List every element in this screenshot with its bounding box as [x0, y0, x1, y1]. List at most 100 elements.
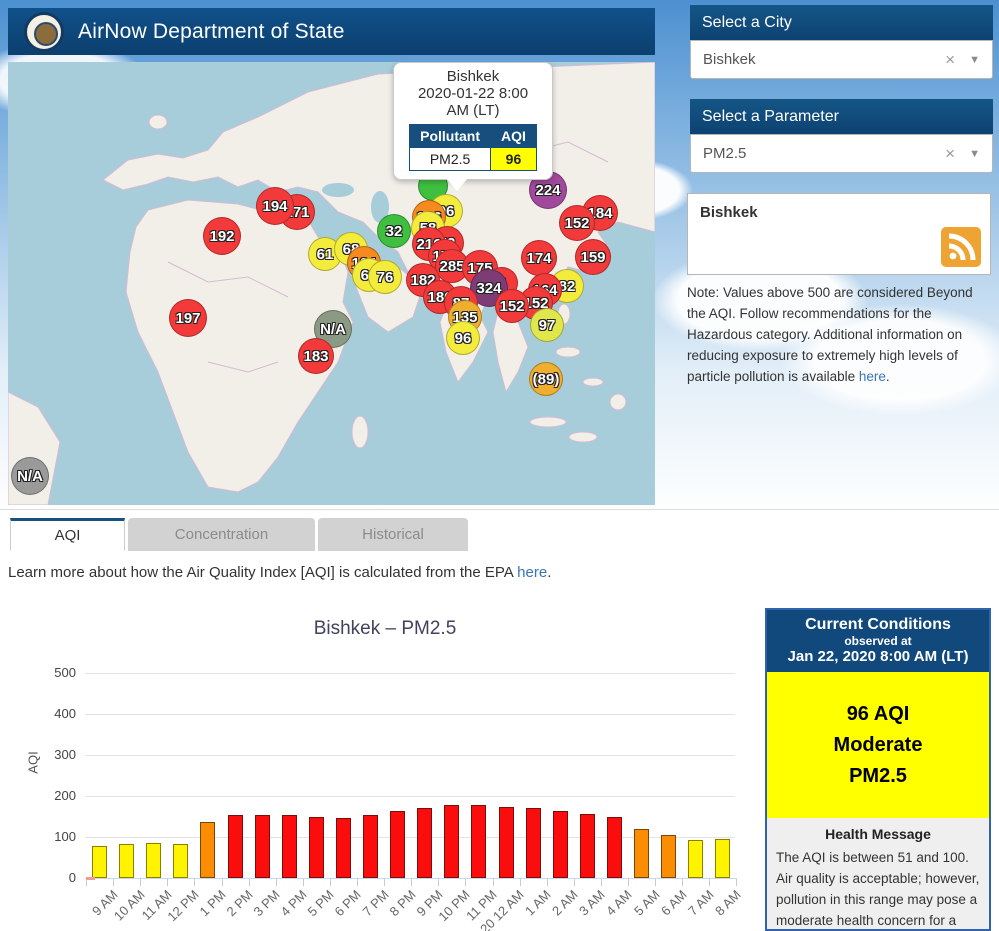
current-conditions-header: Current Conditions observed at Jan 22, 2…	[767, 610, 989, 672]
aqi-marker[interactable]: 194	[256, 187, 294, 225]
aqi-marker[interactable]: 32	[377, 214, 411, 248]
x-tick	[113, 879, 114, 886]
select-parameter-header: Select a Parameter	[690, 99, 993, 134]
city-feed-box: Bishkek	[687, 193, 991, 275]
aqi-bar-4-pm	[282, 815, 297, 878]
city-select[interactable]: Bishkek × ▼	[690, 40, 993, 79]
x-tick	[601, 879, 602, 886]
aqi-bar-3-pm	[255, 815, 270, 878]
aqi-marker[interactable]: 183	[298, 338, 334, 374]
tab-historical[interactable]: Historical	[318, 518, 468, 551]
x-tick	[303, 879, 304, 886]
x-tick	[438, 879, 439, 886]
popup-pollutant-value: PM2.5	[410, 147, 491, 170]
aqi-bar-2-am	[553, 811, 568, 878]
select-city-header: Select a City	[690, 5, 993, 40]
clear-parameter-icon[interactable]: ×	[945, 144, 955, 164]
health-message-body: The AQI is between 51 and 100. Air quali…	[776, 848, 980, 931]
aqi-bar-20-12-am	[499, 807, 514, 878]
dos-seal-logo	[24, 12, 64, 52]
aqi-marker[interactable]: 152	[495, 289, 529, 323]
y-tick-label: 0	[42, 870, 76, 885]
aqi-bar-8-pm	[390, 811, 405, 878]
aqi-category: Moderate	[767, 730, 989, 761]
note-suffix: .	[886, 369, 890, 384]
aqi-bar-1-pm	[200, 822, 215, 878]
chart-title: Bishkek – PM2.5	[85, 618, 685, 640]
aqi-marker[interactable]: 97	[530, 308, 564, 342]
aqi-bar-5-am	[634, 829, 649, 878]
learn-more-here-link[interactable]: here	[517, 564, 547, 581]
aqi-bar-1-am	[526, 808, 541, 878]
x-tick	[140, 879, 141, 886]
select-city-label: Select a City	[702, 14, 792, 32]
aqi-marker[interactable]: 76	[368, 260, 402, 294]
aqi-summary-box: 96 AQI Moderate PM2.5	[767, 672, 989, 818]
rss-icon[interactable]	[941, 227, 981, 267]
x-tick	[574, 879, 575, 886]
aqi-bar-7-am	[688, 840, 703, 878]
x-tick	[465, 879, 466, 886]
aqi-marker[interactable]: 96	[446, 321, 480, 355]
aqi-bar-9-am	[92, 846, 107, 878]
learn-more-suffix: .	[547, 564, 551, 581]
aqi-marker[interactable]: 192	[203, 217, 241, 255]
current-conditions-title: Current Conditions	[769, 616, 987, 634]
aqi-marker[interactable]: 159	[575, 239, 611, 275]
aqi-marker[interactable]: 152	[559, 205, 595, 241]
aqi-bar-2-pm	[228, 815, 243, 878]
aqi-bar-chart: Bishkek – PM2.5 AQI 01002003004005009 AM…	[0, 600, 763, 931]
y-tick-label: 500	[42, 665, 76, 680]
x-tick	[384, 879, 385, 886]
aqi-bar-3-am	[580, 814, 595, 878]
x-tick	[222, 879, 223, 886]
learn-more-text: Learn more about how the Air Quality Ind…	[8, 564, 551, 581]
aqi-marker[interactable]: 197	[169, 299, 207, 337]
popup-col-pollutant: Pollutant	[410, 124, 491, 147]
tab-concentration[interactable]: Concentration	[128, 518, 315, 551]
aqi-parameter: PM2.5	[767, 761, 989, 792]
popup-col-aqi: AQI	[491, 124, 537, 147]
aqi-note: Note: Values above 500 are considered Be…	[687, 283, 995, 388]
aqi-bar-6-pm	[336, 818, 351, 878]
aqi-bar-9-pm	[417, 808, 432, 878]
aqi-bar-12-pm	[173, 844, 188, 878]
tabs-divider	[0, 509, 999, 510]
y-tick-label: 400	[42, 706, 76, 721]
x-tick	[411, 879, 412, 886]
chevron-down-icon[interactable]: ▼	[969, 54, 980, 66]
aqi-bar-11-pm	[471, 805, 486, 878]
select-parameter-label: Select a Parameter	[702, 108, 839, 126]
app-title: AirNow Department of State	[78, 20, 345, 44]
x-tick	[330, 879, 331, 886]
map-popup: Bishkek 2020-01-22 8:00 AM (LT) Pollutan…	[393, 62, 553, 180]
observed-at-label: observed at	[769, 634, 987, 648]
aqi-value: 96 AQI	[767, 699, 989, 730]
health-message-title: Health Message	[776, 826, 980, 842]
x-tick	[520, 879, 521, 886]
x-tick	[86, 879, 87, 886]
aqi-world-map[interactable]: 171194192197N/A183N/A6168104627632961365…	[8, 62, 655, 505]
popup-city: Bishkek	[394, 68, 552, 85]
note-here-link[interactable]: here	[859, 369, 886, 384]
aqi-marker[interactable]: (89)	[529, 362, 563, 396]
parameter-select[interactable]: PM2.5 × ▼	[690, 134, 993, 173]
x-tick	[493, 879, 494, 886]
x-tick	[736, 879, 737, 886]
aqi-bar-6-am	[661, 835, 676, 878]
health-message-section: Health Message The AQI is between 51 and…	[767, 818, 989, 931]
clear-city-icon[interactable]: ×	[945, 50, 955, 70]
aqi-marker[interactable]: 174	[521, 240, 557, 276]
city-select-value: Bishkek	[703, 51, 945, 68]
popup-aqi-value: 96	[491, 147, 537, 170]
aqi-marker[interactable]: N/A	[11, 457, 49, 495]
gridline	[85, 714, 735, 715]
gridline	[85, 673, 735, 674]
aqi-bar-10-pm	[444, 805, 459, 878]
tab-aqi[interactable]: AQI	[10, 518, 125, 551]
chart-artifact-mark	[86, 877, 95, 880]
x-tick	[357, 879, 358, 886]
popup-table: Pollutant AQI PM2.5 96	[409, 124, 537, 171]
learn-more-body: Learn more about how the Air Quality Ind…	[8, 564, 517, 581]
chevron-down-icon[interactable]: ▼	[969, 148, 980, 160]
